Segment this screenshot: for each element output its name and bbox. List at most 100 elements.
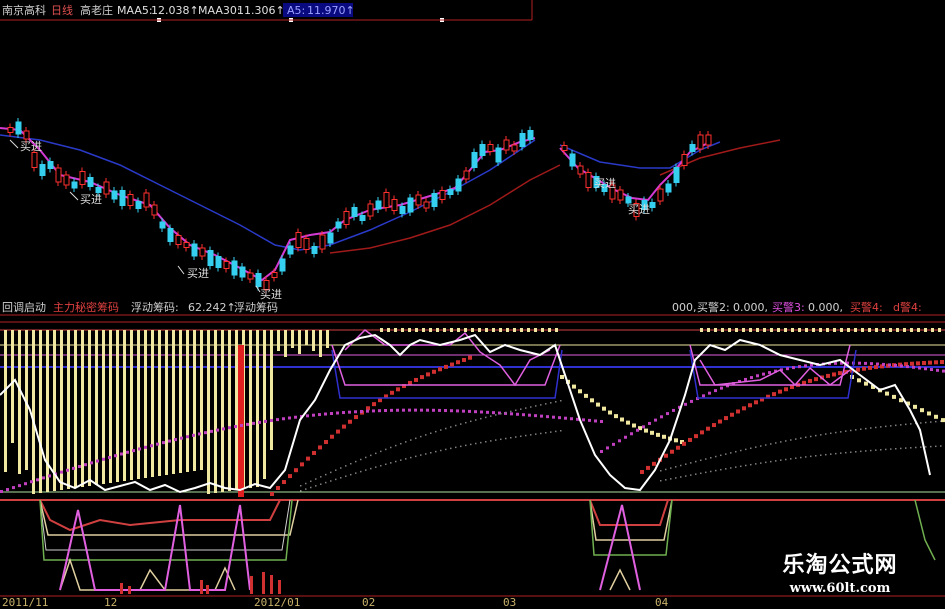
yellow-tick (499, 328, 502, 332)
yellow-tick (429, 328, 432, 332)
magenta-dot (402, 408, 405, 412)
magenta-dot (72, 466, 75, 470)
magenta-dot (156, 442, 159, 446)
gray-dot (310, 486, 312, 489)
yellow-tick (408, 328, 411, 332)
gray-dot (700, 459, 702, 462)
gray-dot (395, 444, 397, 447)
magenta-dot (180, 436, 183, 440)
magenta-dot (516, 412, 519, 416)
candle-body (255, 273, 262, 287)
gray-dot (560, 430, 562, 432)
gray-dot (745, 464, 747, 467)
gray-dot (860, 450, 862, 453)
gray-dot (525, 434, 527, 437)
magenta-dot (612, 442, 615, 446)
magenta-dot (150, 444, 153, 448)
magenta-dot (804, 364, 807, 368)
gray-dot (895, 424, 897, 427)
magenta-dot (414, 408, 417, 412)
candle-body (111, 190, 118, 200)
gray-dot (820, 434, 822, 436)
float-chip-label: 浮动筹码: (131, 300, 179, 314)
gray-dot (485, 441, 487, 443)
gray-dot (340, 467, 342, 469)
red-dot (754, 400, 758, 405)
stock-chart-canvas[interactable]: 南京高科 日线 高老庄 MAA5: 12.038↑ MAA30: 11.306↑… (0, 0, 945, 609)
candle-body (383, 192, 390, 208)
gray-dot (420, 435, 422, 438)
candle-body (705, 134, 712, 146)
date-label: 12 (104, 596, 118, 609)
candle-body (335, 221, 342, 229)
magenta-dot (690, 399, 693, 403)
yellow-bar (214, 330, 217, 493)
yellow-tick (728, 328, 731, 332)
candle-body (135, 201, 142, 209)
gray-dot (460, 423, 462, 425)
magenta-dot (720, 386, 723, 390)
small-bar (120, 583, 123, 594)
red-dot (664, 453, 668, 458)
gray-dot (385, 448, 387, 451)
gray-dot (790, 439, 792, 441)
yellow-tick (749, 328, 752, 332)
gray-dot (815, 455, 817, 457)
gray-dot (425, 434, 427, 436)
magenta-dot (546, 415, 549, 419)
yellow-bars (4, 328, 941, 494)
magenta-dot (666, 412, 669, 416)
yellow-tick (805, 328, 808, 332)
gray-dot (515, 436, 517, 438)
gray-dot (845, 451, 847, 454)
red-dot (916, 361, 920, 366)
red-dot (778, 389, 782, 394)
gray-dot (365, 469, 367, 471)
gray-dot (665, 479, 667, 481)
red-dot (336, 429, 340, 434)
gray-dot (430, 452, 432, 454)
magenta-dot (420, 408, 423, 412)
yellow-bar (291, 330, 294, 348)
lower-header: 回调启动 主力秘密筹码 浮动筹码: 62.242↑ 浮动筹码 000, 买警2:… (2, 300, 922, 314)
yellow-bar (228, 330, 231, 491)
candle-body (39, 164, 46, 176)
gray-dot (550, 431, 552, 433)
candle-body (463, 170, 470, 180)
yellow-bar (263, 330, 266, 479)
magenta-dot (432, 408, 435, 412)
yellow-tick (819, 328, 822, 332)
candle-body (295, 232, 302, 248)
magenta-dot (798, 365, 801, 369)
candle-body (199, 247, 206, 257)
yellow-bar (18, 330, 21, 474)
gray-dot (890, 425, 892, 427)
yellow-tick (931, 328, 934, 332)
red-dot (270, 492, 274, 496)
gray-dot (805, 436, 807, 439)
ma5-label: MAA5: (117, 4, 153, 17)
candle-body (585, 172, 592, 188)
yellow-tick (471, 328, 474, 332)
magenta-dot (912, 365, 915, 369)
gray-dot (660, 480, 662, 482)
magenta-dot (636, 428, 639, 432)
yellow-dot (584, 393, 588, 398)
magenta-dot (894, 363, 897, 367)
yellow-tick (534, 328, 537, 332)
yellow-tick (924, 328, 927, 332)
gray-dot (420, 454, 422, 456)
gray-dot (905, 423, 907, 426)
red-dot (282, 480, 286, 485)
ma30-value: 11.306↑ (237, 4, 285, 17)
magenta-dot (462, 409, 465, 413)
red-dot (832, 372, 836, 377)
yellow-tick (548, 328, 551, 332)
candle-body (407, 197, 414, 213)
candle-body (191, 243, 198, 257)
magenta-dot (384, 409, 387, 413)
red-dot (306, 456, 310, 461)
gray-dot (905, 447, 907, 449)
yellow-bar (32, 330, 35, 494)
yellow-tick (875, 328, 878, 332)
